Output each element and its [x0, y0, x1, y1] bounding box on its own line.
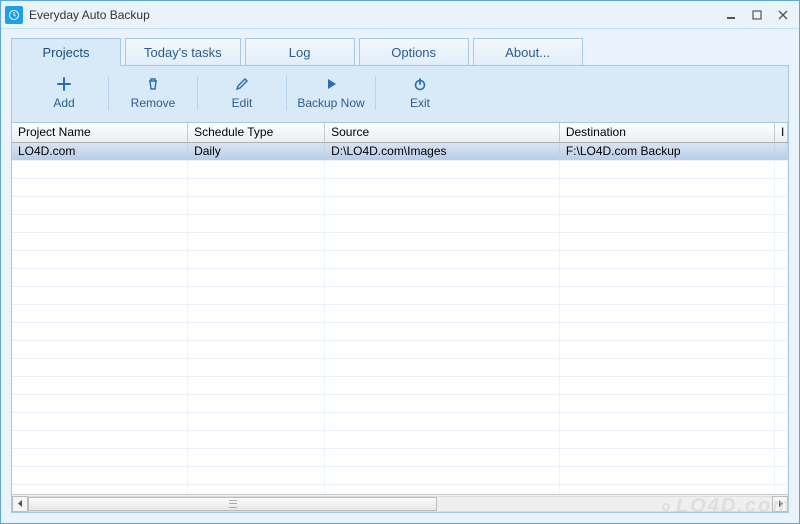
tab-label: Projects	[43, 45, 90, 60]
backup-now-label: Backup Now	[297, 96, 364, 110]
scroll-right-button[interactable]	[772, 496, 788, 512]
scroll-left-button[interactable]	[12, 496, 28, 512]
exit-button[interactable]: Exit	[376, 72, 464, 114]
table-row-empty[interactable]	[12, 161, 788, 179]
col-header-extra[interactable]: I	[775, 123, 788, 142]
table-row-empty[interactable]	[12, 323, 788, 341]
tab-label: Today's tasks	[144, 45, 222, 60]
table-row-empty[interactable]	[12, 359, 788, 377]
tab-label: Options	[391, 45, 436, 60]
table-row-empty[interactable]	[12, 449, 788, 467]
backup-now-button[interactable]: Backup Now	[287, 72, 375, 114]
horizontal-scrollbar[interactable]	[12, 494, 788, 512]
trash-icon	[146, 76, 160, 92]
table-row-empty[interactable]	[12, 215, 788, 233]
remove-label: Remove	[131, 96, 176, 110]
exit-label: Exit	[410, 96, 430, 110]
plus-icon	[57, 76, 71, 92]
table-row-empty[interactable]	[12, 233, 788, 251]
app-window: Everyday Auto Backup Projects Today's ta…	[0, 0, 800, 524]
scroll-track[interactable]	[28, 496, 772, 512]
toolbar: Add Remove Edit Backup Now	[12, 66, 788, 122]
projects-grid: Project Name Schedule Type Source Destin…	[12, 122, 788, 512]
table-row-empty[interactable]	[12, 197, 788, 215]
titlebar[interactable]: Everyday Auto Backup	[1, 1, 799, 29]
tab-content: Add Remove Edit Backup Now	[11, 65, 789, 513]
table-row-empty[interactable]	[12, 485, 788, 494]
col-header-source[interactable]: Source	[325, 123, 560, 142]
maximize-button[interactable]	[745, 6, 769, 24]
table-row-empty[interactable]	[12, 269, 788, 287]
table-row-empty[interactable]	[12, 395, 788, 413]
edit-button[interactable]: Edit	[198, 72, 286, 114]
table-row-empty[interactable]	[12, 305, 788, 323]
play-icon	[324, 76, 338, 92]
table-row-empty[interactable]	[12, 431, 788, 449]
table-row-empty[interactable]	[12, 413, 788, 431]
tab-projects[interactable]: Projects	[11, 38, 121, 66]
tab-bar: Projects Today's tasks Log Options About…	[1, 29, 799, 65]
table-row-empty[interactable]	[12, 251, 788, 269]
table-row-empty[interactable]	[12, 467, 788, 485]
grid-header: Project Name Schedule Type Source Destin…	[12, 123, 788, 143]
col-header-schedule[interactable]: Schedule Type	[188, 123, 325, 142]
col-header-destination[interactable]: Destination	[560, 123, 775, 142]
grid-body[interactable]: LO4D.comDailyD:\LO4D.com\ImagesF:\LO4D.c…	[12, 143, 788, 494]
table-row-empty[interactable]	[12, 287, 788, 305]
add-button[interactable]: Add	[20, 72, 108, 114]
table-row[interactable]: LO4D.comDailyD:\LO4D.com\ImagesF:\LO4D.c…	[12, 143, 788, 161]
close-button[interactable]	[771, 6, 795, 24]
remove-button[interactable]: Remove	[109, 72, 197, 114]
window-title: Everyday Auto Backup	[29, 8, 150, 22]
table-row-empty[interactable]	[12, 341, 788, 359]
edit-label: Edit	[232, 96, 253, 110]
cell-schedule: Daily	[188, 143, 325, 160]
tab-options[interactable]: Options	[359, 38, 469, 66]
cell-project: LO4D.com	[12, 143, 188, 160]
cell-extra	[775, 143, 788, 160]
cell-source: D:\LO4D.com\Images	[325, 143, 560, 160]
minimize-button[interactable]	[719, 6, 743, 24]
table-row-empty[interactable]	[12, 179, 788, 197]
scroll-thumb[interactable]	[28, 497, 437, 511]
table-row-empty[interactable]	[12, 377, 788, 395]
power-icon	[413, 76, 427, 92]
col-header-project[interactable]: Project Name	[12, 123, 188, 142]
tab-about[interactable]: About...	[473, 38, 583, 66]
add-label: Add	[53, 96, 74, 110]
cell-dest: F:\LO4D.com Backup	[560, 143, 775, 160]
app-icon	[5, 6, 23, 24]
tab-label: Log	[289, 45, 311, 60]
tab-log[interactable]: Log	[245, 38, 355, 66]
tab-todays-tasks[interactable]: Today's tasks	[125, 38, 241, 66]
tab-label: About...	[505, 45, 550, 60]
pencil-icon	[235, 76, 249, 92]
